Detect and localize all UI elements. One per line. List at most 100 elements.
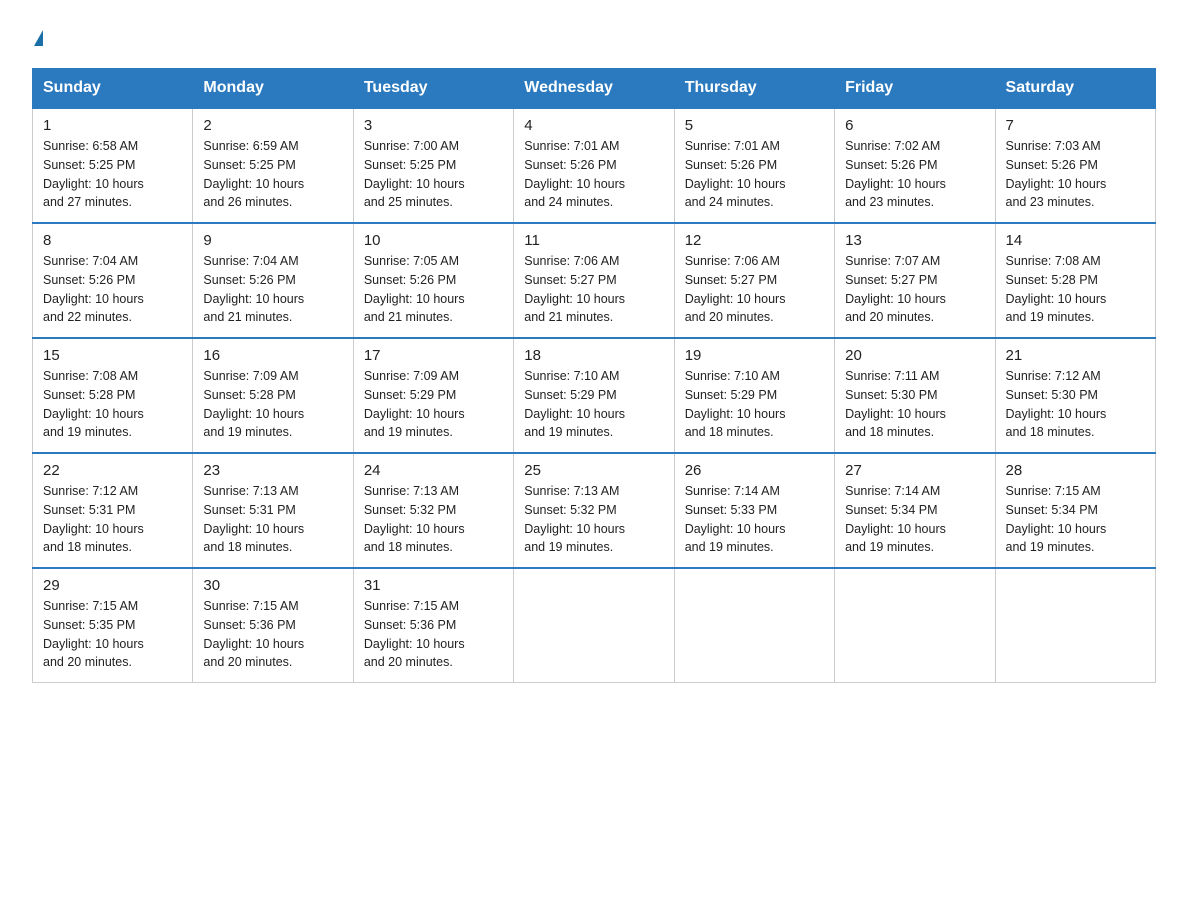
calendar-cell: 5Sunrise: 7:01 AMSunset: 5:26 PMDaylight…	[674, 108, 834, 223]
calendar-cell: 27 Sunrise: 7:14 AMSunset: 5:34 PMDayligh…	[835, 453, 995, 568]
day-number: 9	[203, 232, 342, 249]
day-info: Sunrise: 6:59 AMSunset: 5:25 PMDaylight:…	[203, 139, 304, 209]
day-number: 10	[364, 232, 503, 249]
logo-triangle-icon	[34, 30, 43, 46]
day-info: Sunrise: 7:06 AMSunset: 5:27 PMDaylight:…	[524, 254, 625, 324]
day-info: Sunrise: 7:12 AMSunset: 5:31 PMDaylight:…	[43, 484, 144, 554]
day-info: Sunrise: 7:08 AMSunset: 5:28 PMDaylight:…	[43, 369, 144, 439]
day-number: 19	[685, 347, 824, 364]
day-info: Sunrise: 7:12 AMSunset: 5:30 PMDaylight:…	[1006, 369, 1107, 439]
calendar-table: SundayMondayTuesdayWednesdayThursdayFrid…	[32, 68, 1156, 683]
calendar-cell: 8 Sunrise: 7:04 AMSunset: 5:26 PMDaylight…	[33, 223, 193, 338]
day-number: 8	[43, 232, 182, 249]
calendar-week-row: 22 Sunrise: 7:12 AMSunset: 5:31 PMDayligh…	[33, 453, 1156, 568]
day-info: Sunrise: 7:10 AMSunset: 5:29 PMDaylight:…	[524, 369, 625, 439]
calendar-cell	[674, 568, 834, 683]
day-info: Sunrise: 7:02 AMSunset: 5:26 PMDaylight:…	[845, 139, 946, 209]
calendar-week-row: 8 Sunrise: 7:04 AMSunset: 5:26 PMDaylight…	[33, 223, 1156, 338]
day-number: 1	[43, 117, 182, 134]
calendar-cell: 13 Sunrise: 7:07 AMSunset: 5:27 PMDayligh…	[835, 223, 995, 338]
day-number: 6	[845, 117, 984, 134]
day-info: Sunrise: 7:14 AMSunset: 5:33 PMDaylight:…	[685, 484, 786, 554]
day-number: 31	[364, 577, 503, 594]
day-number: 26	[685, 462, 824, 479]
day-number: 23	[203, 462, 342, 479]
calendar-cell: 30 Sunrise: 7:15 AMSunset: 5:36 PMDayligh…	[193, 568, 353, 683]
calendar-cell: 25Sunrise: 7:13 AMSunset: 5:32 PMDayligh…	[514, 453, 674, 568]
calendar-cell	[835, 568, 995, 683]
calendar-cell: 14Sunrise: 7:08 AMSunset: 5:28 PMDayligh…	[995, 223, 1155, 338]
day-info: Sunrise: 7:05 AMSunset: 5:26 PMDaylight:…	[364, 254, 465, 324]
day-number: 27	[845, 462, 984, 479]
header-monday: Monday	[193, 69, 353, 109]
calendar-week-row: 1 Sunrise: 6:58 AMSunset: 5:25 PMDaylight…	[33, 108, 1156, 223]
calendar-cell: 6 Sunrise: 7:02 AMSunset: 5:26 PMDaylight…	[835, 108, 995, 223]
calendar-cell: 28Sunrise: 7:15 AMSunset: 5:34 PMDayligh…	[995, 453, 1155, 568]
day-info: Sunrise: 7:03 AMSunset: 5:26 PMDaylight:…	[1006, 139, 1107, 209]
day-number: 2	[203, 117, 342, 134]
day-number: 22	[43, 462, 182, 479]
day-info: Sunrise: 7:11 AMSunset: 5:30 PMDaylight:…	[845, 369, 946, 439]
calendar-cell: 21 Sunrise: 7:12 AMSunset: 5:30 PMDayligh…	[995, 338, 1155, 453]
calendar-week-row: 15 Sunrise: 7:08 AMSunset: 5:28 PMDayligh…	[33, 338, 1156, 453]
day-info: Sunrise: 7:09 AMSunset: 5:28 PMDaylight:…	[203, 369, 304, 439]
day-info: Sunrise: 7:13 AMSunset: 5:32 PMDaylight:…	[524, 484, 625, 554]
calendar-cell: 26 Sunrise: 7:14 AMSunset: 5:33 PMDayligh…	[674, 453, 834, 568]
calendar-cell	[995, 568, 1155, 683]
day-number: 7	[1006, 117, 1145, 134]
calendar-cell: 23 Sunrise: 7:13 AMSunset: 5:31 PMDayligh…	[193, 453, 353, 568]
calendar-cell: 17 Sunrise: 7:09 AMSunset: 5:29 PMDayligh…	[353, 338, 513, 453]
calendar-cell: 24 Sunrise: 7:13 AMSunset: 5:32 PMDayligh…	[353, 453, 513, 568]
calendar-cell: 20 Sunrise: 7:11 AMSunset: 5:30 PMDayligh…	[835, 338, 995, 453]
day-info: Sunrise: 7:04 AMSunset: 5:26 PMDaylight:…	[203, 254, 304, 324]
day-number: 30	[203, 577, 342, 594]
calendar-cell: 15 Sunrise: 7:08 AMSunset: 5:28 PMDayligh…	[33, 338, 193, 453]
calendar-cell: 9 Sunrise: 7:04 AMSunset: 5:26 PMDaylight…	[193, 223, 353, 338]
calendar-week-row: 29 Sunrise: 7:15 AMSunset: 5:35 PMDayligh…	[33, 568, 1156, 683]
calendar-cell: 7 Sunrise: 7:03 AMSunset: 5:26 PMDaylight…	[995, 108, 1155, 223]
header-thursday: Thursday	[674, 69, 834, 109]
calendar-cell: 31 Sunrise: 7:15 AMSunset: 5:36 PMDayligh…	[353, 568, 513, 683]
logo-text	[32, 24, 43, 50]
day-number: 17	[364, 347, 503, 364]
day-info: Sunrise: 7:14 AMSunset: 5:34 PMDaylight:…	[845, 484, 946, 554]
calendar-cell: 19Sunrise: 7:10 AMSunset: 5:29 PMDayligh…	[674, 338, 834, 453]
day-info: Sunrise: 7:13 AMSunset: 5:31 PMDaylight:…	[203, 484, 304, 554]
header-saturday: Saturday	[995, 69, 1155, 109]
day-info: Sunrise: 7:13 AMSunset: 5:32 PMDaylight:…	[364, 484, 465, 554]
header-sunday: Sunday	[33, 69, 193, 109]
day-info: Sunrise: 7:06 AMSunset: 5:27 PMDaylight:…	[685, 254, 786, 324]
day-info: Sunrise: 7:15 AMSunset: 5:36 PMDaylight:…	[364, 599, 465, 669]
logo	[32, 24, 43, 50]
day-info: Sunrise: 7:15 AMSunset: 5:35 PMDaylight:…	[43, 599, 144, 669]
calendar-cell: 18Sunrise: 7:10 AMSunset: 5:29 PMDayligh…	[514, 338, 674, 453]
calendar-cell: 11 Sunrise: 7:06 AMSunset: 5:27 PMDayligh…	[514, 223, 674, 338]
calendar-cell: 10 Sunrise: 7:05 AMSunset: 5:26 PMDayligh…	[353, 223, 513, 338]
day-info: Sunrise: 7:00 AMSunset: 5:25 PMDaylight:…	[364, 139, 465, 209]
day-info: Sunrise: 7:15 AMSunset: 5:34 PMDaylight:…	[1006, 484, 1107, 554]
day-info: Sunrise: 6:58 AMSunset: 5:25 PMDaylight:…	[43, 139, 144, 209]
day-number: 24	[364, 462, 503, 479]
calendar-header-row: SundayMondayTuesdayWednesdayThursdayFrid…	[33, 69, 1156, 109]
day-info: Sunrise: 7:09 AMSunset: 5:29 PMDaylight:…	[364, 369, 465, 439]
day-info: Sunrise: 7:04 AMSunset: 5:26 PMDaylight:…	[43, 254, 144, 324]
day-number: 4	[524, 117, 663, 134]
day-number: 16	[203, 347, 342, 364]
day-number: 11	[524, 232, 663, 249]
day-number: 12	[685, 232, 824, 249]
header-friday: Friday	[835, 69, 995, 109]
day-number: 13	[845, 232, 984, 249]
calendar-cell: 4 Sunrise: 7:01 AMSunset: 5:26 PMDaylight…	[514, 108, 674, 223]
calendar-cell: 22 Sunrise: 7:12 AMSunset: 5:31 PMDayligh…	[33, 453, 193, 568]
day-info: Sunrise: 7:07 AMSunset: 5:27 PMDaylight:…	[845, 254, 946, 324]
day-number: 14	[1006, 232, 1145, 249]
day-number: 20	[845, 347, 984, 364]
day-info: Sunrise: 7:01 AMSunset: 5:26 PMDaylight:…	[524, 139, 625, 209]
calendar-cell: 29 Sunrise: 7:15 AMSunset: 5:35 PMDayligh…	[33, 568, 193, 683]
day-info: Sunrise: 7:15 AMSunset: 5:36 PMDaylight:…	[203, 599, 304, 669]
day-number: 15	[43, 347, 182, 364]
day-number: 21	[1006, 347, 1145, 364]
day-number: 29	[43, 577, 182, 594]
day-number: 3	[364, 117, 503, 134]
day-number: 5	[685, 117, 824, 134]
